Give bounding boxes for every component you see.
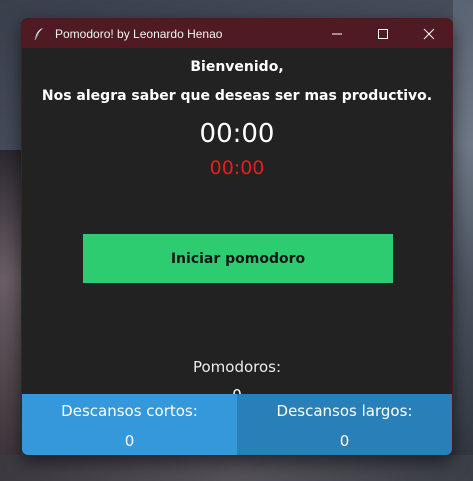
app-window: Pomodoro! by Leonardo Henao Bienvenido, … xyxy=(21,18,453,456)
close-button[interactable] xyxy=(406,19,452,48)
breaks-panel: Descansos cortos: 0 Descansos largos: 0 xyxy=(22,394,452,455)
long-breaks-count: 0 xyxy=(339,432,350,450)
window-title: Pomodoro! by Leonardo Henao xyxy=(55,26,223,41)
long-breaks-label: Descansos largos: xyxy=(276,402,413,420)
maximize-button[interactable] xyxy=(360,19,406,48)
pomodoros-label: Pomodoros: xyxy=(192,358,282,376)
short-breaks-label: Descansos cortos: xyxy=(61,402,198,420)
minimize-button[interactable] xyxy=(314,19,360,48)
minimize-icon xyxy=(332,33,342,34)
desktop-wallpaper-left xyxy=(0,150,22,470)
welcome-message: Nos alegra saber que deseas ser mas prod… xyxy=(41,88,433,104)
desktop-wallpaper-right xyxy=(453,0,473,481)
maximize-icon xyxy=(378,28,388,39)
main-content: Bienvenido, Nos alegra saber que deseas … xyxy=(22,48,452,455)
break-timer-display: 00:00 xyxy=(209,157,265,179)
start-pomodoro-button[interactable]: Iniciar pomodoro xyxy=(83,234,393,283)
welcome-heading: Bienvenido, xyxy=(190,59,284,75)
feather-icon xyxy=(31,26,47,42)
timer-display: 00:00 xyxy=(199,119,275,149)
title-bar[interactable]: Pomodoro! by Leonardo Henao xyxy=(22,19,452,48)
close-icon xyxy=(423,28,435,39)
desktop-wallpaper-bottom xyxy=(0,455,473,481)
short-breaks-panel: Descansos cortos: 0 xyxy=(22,394,237,455)
short-breaks-count: 0 xyxy=(124,432,135,450)
long-breaks-panel: Descansos largos: 0 xyxy=(237,394,452,455)
